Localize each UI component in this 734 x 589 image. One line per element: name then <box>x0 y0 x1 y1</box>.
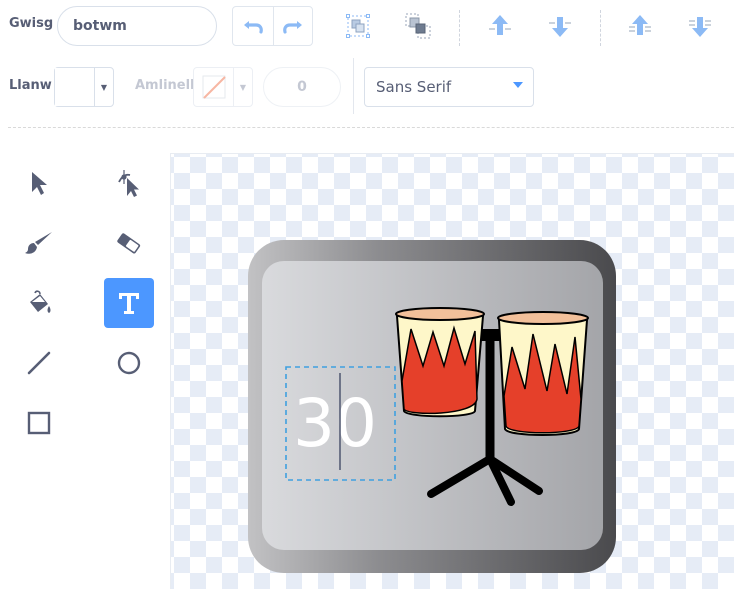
costume-name-input[interactable] <box>57 6 217 46</box>
outline-color-picker[interactable]: ▼ <box>193 67 253 107</box>
text-icon <box>119 293 139 314</box>
reshape-tool[interactable] <box>104 158 154 208</box>
eraser-icon <box>117 233 141 254</box>
toolbar-separator <box>8 127 734 128</box>
reshape-icon <box>118 170 139 197</box>
costume-text: 30 <box>293 385 377 462</box>
select-tool[interactable] <box>14 158 64 208</box>
rectangle-tool[interactable] <box>14 398 64 448</box>
paint-canvas[interactable]: 30 <box>170 153 734 589</box>
back-button[interactable] <box>680 6 720 46</box>
front-button[interactable] <box>620 6 660 46</box>
caret-down-icon[interactable]: ▼ <box>95 68 113 106</box>
line-tool[interactable] <box>14 338 64 388</box>
group-icon <box>346 14 370 38</box>
toolbar-divider <box>600 10 601 46</box>
paint-bucket-icon <box>30 290 51 313</box>
arrow-cursor-icon <box>32 172 47 195</box>
send-to-back-icon <box>689 17 711 37</box>
costume-toolbar: Gwisg <box>0 0 734 52</box>
left-drum-icon <box>395 307 485 418</box>
right-drum-icon <box>497 311 589 436</box>
undo-icon <box>243 21 263 34</box>
text-tool[interactable] <box>104 278 154 328</box>
ungroup-button[interactable] <box>398 6 438 46</box>
eraser-tool[interactable] <box>104 218 154 268</box>
fill-label: Llanw <box>9 78 52 93</box>
no-color-icon <box>202 75 226 99</box>
forward-button[interactable] <box>480 6 520 46</box>
fill-color-swatch[interactable] <box>55 68 95 106</box>
toolbar-divider <box>459 10 460 46</box>
arrow-down-icon <box>549 17 571 37</box>
brush-icon <box>25 232 52 254</box>
outline-color-swatch[interactable] <box>194 68 234 106</box>
outline-width-input[interactable] <box>263 67 341 107</box>
fill-color-picker[interactable]: ▼ <box>54 67 114 107</box>
arrow-up-icon <box>489 15 511 35</box>
font-dropdown[interactable]: Sans Serif <box>364 67 534 107</box>
ungroup-icon <box>405 13 431 39</box>
rectangle-icon <box>27 411 51 435</box>
caret-down-icon[interactable]: ▼ <box>234 68 252 106</box>
backward-button[interactable] <box>540 6 580 46</box>
group-button[interactable] <box>338 6 378 46</box>
bring-to-front-icon <box>629 15 651 35</box>
line-icon <box>27 351 51 375</box>
undo-redo-group <box>232 6 313 46</box>
undo-button[interactable] <box>233 7 273 45</box>
toolbar-divider <box>353 58 354 114</box>
circle-icon <box>117 351 141 375</box>
costume-artwork: 30 <box>248 240 616 573</box>
brush-tool[interactable] <box>14 218 64 268</box>
redo-icon <box>282 21 302 34</box>
outline-label: Amlinell <box>135 78 195 93</box>
circle-tool[interactable] <box>104 338 154 388</box>
fill-tool[interactable] <box>14 278 64 328</box>
caret-down-icon <box>513 82 523 88</box>
redo-button[interactable] <box>272 7 313 45</box>
font-dropdown-label: Sans Serif <box>376 78 452 96</box>
costume-label: Gwisg <box>9 16 54 31</box>
